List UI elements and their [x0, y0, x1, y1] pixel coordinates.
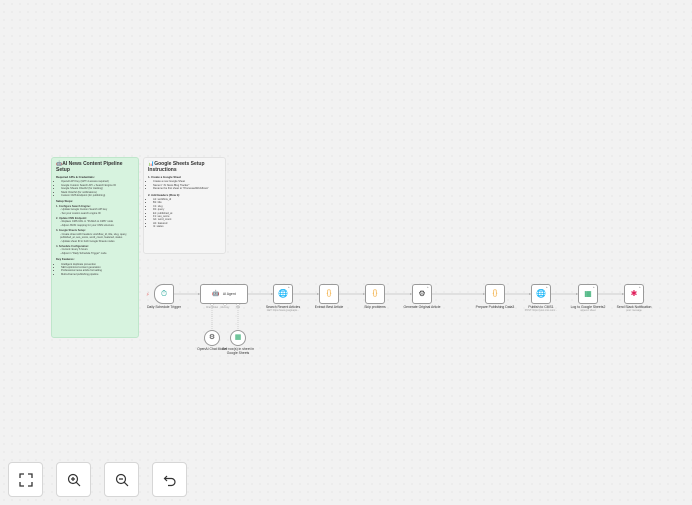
zoom-out-icon [115, 473, 128, 486]
node-sublabel: POST: https://your-cms.com/... [524, 309, 558, 312]
node-label: Get row(s) in sheet in Google Sheets [221, 347, 255, 355]
fit-view-button[interactable] [8, 462, 43, 497]
undo-button[interactable] [152, 462, 187, 497]
node-ai-agent[interactable]: 🤖 AI Agent [200, 284, 248, 304]
node-label: Daily Schedule Trigger [146, 305, 182, 309]
node-get-rows-google-sheets[interactable]: ▦ [230, 330, 246, 346]
node-publish-to-cms[interactable]: 🌐 + [531, 284, 551, 304]
node-prepare-publishing-data[interactable]: {} [485, 284, 505, 304]
fit-view-icon [18, 472, 33, 487]
port-label: Memory [220, 306, 230, 309]
zoom-in-icon [67, 473, 80, 486]
node-label: Generate Original Article [403, 305, 441, 309]
add-icon: + [288, 285, 290, 289]
openai-icon: ⚙ [208, 334, 216, 341]
slack-icon: ✱ [630, 289, 638, 298]
globe-icon: 🌐 [278, 289, 288, 298]
node-send-slack-notification[interactable]: ✱ + [624, 284, 644, 304]
code-icon: {} [326, 290, 332, 297]
add-icon: + [639, 285, 641, 289]
openai-icon: ⚙ [418, 289, 426, 298]
node-sublabel: post: message [626, 309, 642, 312]
node-log-to-google-sheets[interactable]: ▦ + [578, 284, 598, 304]
node-search-recent-articles[interactable]: 🌐 + [273, 284, 293, 304]
node-skip-problems[interactable]: {} [365, 284, 385, 304]
port-label: Tool [235, 306, 241, 309]
robot-icon: 🤖 [212, 291, 220, 297]
agent-label: AI Agent [222, 292, 236, 296]
code-icon: {} [492, 290, 498, 297]
clock-icon: ⏱ [160, 289, 168, 298]
node-label: Extract Best Article [314, 305, 344, 309]
node-generate-original-article[interactable]: ⚙ + [412, 284, 432, 304]
zoom-out-button[interactable] [104, 462, 139, 497]
sheets-icon: ▦ [584, 289, 592, 298]
undo-icon [163, 475, 176, 486]
node-extract-best-article[interactable]: {} [319, 284, 339, 304]
node-sublabel: GET: https://www.googleapis... [266, 309, 300, 312]
zoom-in-button[interactable] [56, 462, 91, 497]
code-icon: {} [372, 290, 378, 297]
port-label: Chat Model [205, 306, 219, 309]
add-icon: + [427, 285, 429, 289]
node-label: Skip problems [364, 305, 386, 309]
sheets-icon: ▦ [234, 334, 242, 341]
globe-icon: 🌐 [536, 289, 546, 298]
connections-layer [174, 293, 624, 330]
add-icon: + [593, 285, 595, 289]
trigger-lightning-icon: ⚡ [146, 292, 150, 298]
node-daily-schedule-trigger[interactable]: ⏱ [154, 284, 174, 304]
node-label: Prepare Publishing Data3 [475, 305, 515, 309]
add-icon: + [546, 285, 548, 289]
node-openai-chat-model[interactable]: ⚙ [204, 330, 220, 346]
node-sublabel: append: sheet [580, 309, 596, 312]
